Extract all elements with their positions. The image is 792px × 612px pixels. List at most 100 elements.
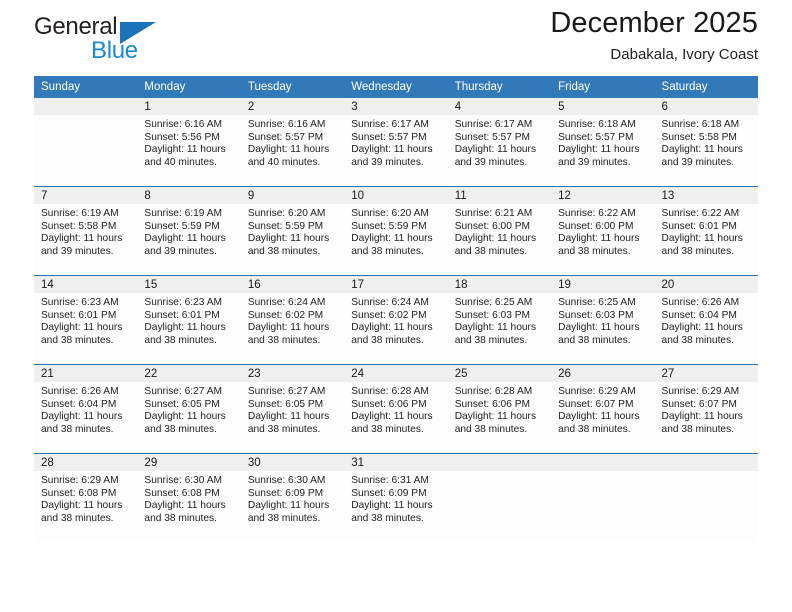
sunrise-text: Sunrise: 6:19 AM [144, 208, 223, 219]
sunrise-text: Sunrise: 6:26 AM [661, 297, 740, 308]
day-cell[interactable]: 30 Sunrise: 6:30 AM Sunset: 6:09 PM Dayl… [240, 453, 345, 542]
day-cell[interactable]: 12 Sunrise: 6:22 AM Sunset: 6:00 PM Dayl… [551, 186, 655, 276]
day-number: 6 [654, 98, 758, 115]
day-cell[interactable]: 23 Sunrise: 6:27 AM Sunset: 6:05 PM Dayl… [240, 364, 345, 454]
day-details: Sunrise: 6:20 AM Sunset: 5:59 PM Dayligh… [241, 204, 344, 258]
day-details: Sunrise: 6:17 AM Sunset: 5:57 PM Dayligh… [448, 115, 551, 169]
week-row: 7 Sunrise: 6:19 AM Sunset: 5:58 PM Dayli… [34, 186, 758, 276]
day-number: 21 [34, 365, 138, 382]
sunrise-text: Sunrise: 6:30 AM [144, 475, 223, 486]
page-title: December 2025 [550, 7, 758, 39]
day-cell[interactable]: 2 Sunrise: 6:16 AM Sunset: 5:57 PM Dayli… [240, 98, 345, 187]
sunset-text: Sunset: 6:04 PM [661, 309, 737, 321]
general-blue-logo[interactable]: General Blue [34, 14, 164, 66]
day-number: 31 [344, 454, 448, 471]
day-cell[interactable]: 28 Sunrise: 6:29 AM Sunset: 6:08 PM Dayl… [34, 453, 138, 542]
day-cell[interactable]: 10 Sunrise: 6:20 AM Sunset: 5:59 PM Dayl… [344, 186, 448, 276]
daylight-text-line2: and 39 minutes. [558, 156, 631, 168]
day-details: Sunrise: 6:16 AM Sunset: 5:57 PM Dayligh… [241, 115, 344, 169]
sunset-text: Sunset: 6:04 PM [41, 398, 117, 410]
sunrise-text: Sunrise: 6:31 AM [351, 475, 429, 486]
day-cell[interactable]: 25 Sunrise: 6:28 AM Sunset: 6:06 PM Dayl… [447, 364, 552, 454]
day-cell[interactable]: 3 Sunrise: 6:17 AM Sunset: 5:57 PM Dayli… [344, 98, 448, 187]
day-number: 16 [240, 276, 345, 293]
sunset-text: Sunset: 6:05 PM [144, 398, 220, 410]
day-number [654, 454, 758, 471]
week-row: 14 Sunrise: 6:23 AM Sunset: 6:01 PM Dayl… [34, 275, 758, 365]
day-cell[interactable]: 14 Sunrise: 6:23 AM Sunset: 6:01 PM Dayl… [34, 275, 138, 365]
daylight-text-line1: Daylight: 11 hours [351, 411, 433, 423]
day-cell[interactable]: 4 Sunrise: 6:17 AM Sunset: 5:57 PM Dayli… [447, 98, 552, 187]
day-cell[interactable]: 1 Sunrise: 6:16 AM Sunset: 5:56 PM Dayli… [137, 98, 241, 187]
daylight-text-line2: and 38 minutes. [247, 334, 321, 346]
sunrise-text: Sunrise: 6:29 AM [661, 386, 740, 397]
day-cell[interactable]: 22 Sunrise: 6:27 AM Sunset: 6:05 PM Dayl… [137, 364, 241, 454]
sunrise-text: Sunrise: 6:19 AM [41, 208, 119, 219]
sunrise-text: Sunrise: 6:18 AM [661, 119, 740, 130]
daylight-text-line1: Daylight: 11 hours [351, 233, 433, 245]
day-cell[interactable]: 27 Sunrise: 6:29 AM Sunset: 6:07 PM Dayl… [654, 364, 758, 454]
sunset-text: Sunset: 6:03 PM [454, 309, 531, 321]
day-cell[interactable]: 18 Sunrise: 6:25 AM Sunset: 6:03 PM Dayl… [447, 275, 552, 365]
day-cell[interactable]: 9 Sunrise: 6:20 AM Sunset: 5:59 PM Dayli… [240, 186, 345, 276]
sunset-text: Sunset: 6:03 PM [558, 309, 634, 321]
day-number [551, 454, 655, 471]
day-number: 2 [240, 98, 345, 115]
title-block: December 2025 Dabakala, Ivory Coast [550, 6, 758, 65]
sunrise-text: Sunrise: 6:27 AM [144, 386, 223, 397]
sunrise-text: Sunrise: 6:18 AM [558, 119, 636, 130]
day-cell[interactable] [654, 453, 758, 542]
sunset-text: Sunset: 6:01 PM [661, 220, 737, 232]
daylight-text-line2: and 39 minutes. [144, 245, 217, 257]
day-cell[interactable]: 20 Sunrise: 6:26 AM Sunset: 6:04 PM Dayl… [654, 275, 758, 365]
daylight-text-line1: Daylight: 11 hours [661, 144, 743, 156]
daylight-text-line1: Daylight: 11 hours [661, 233, 743, 245]
day-cell[interactable]: 8 Sunrise: 6:19 AM Sunset: 5:59 PM Dayli… [137, 186, 241, 276]
daylight-text-line1: Daylight: 11 hours [144, 411, 226, 423]
daylight-text-line2: and 38 minutes. [351, 512, 424, 524]
day-cell[interactable] [447, 453, 552, 542]
sunset-text: Sunset: 6:01 PM [144, 309, 220, 321]
daylight-text-line2: and 38 minutes. [454, 334, 528, 346]
day-number: 18 [447, 276, 552, 293]
day-cell[interactable]: 15 Sunrise: 6:23 AM Sunset: 6:01 PM Dayl… [137, 275, 241, 365]
sunrise-text: Sunrise: 6:27 AM [247, 386, 326, 397]
day-details: Sunrise: 6:29 AM Sunset: 6:07 PM Dayligh… [655, 382, 758, 436]
sunset-text: Sunset: 5:57 PM [454, 131, 531, 143]
day-number [447, 454, 552, 471]
sunset-text: Sunset: 6:00 PM [454, 220, 531, 232]
weekday-header-tuesday: Tuesday [240, 76, 345, 98]
day-details: Sunrise: 6:24 AM Sunset: 6:02 PM Dayligh… [344, 293, 447, 347]
day-details: Sunrise: 6:16 AM Sunset: 5:56 PM Dayligh… [137, 115, 240, 169]
day-cell[interactable]: 16 Sunrise: 6:24 AM Sunset: 6:02 PM Dayl… [240, 275, 345, 365]
day-number: 11 [447, 187, 552, 204]
sunset-text: Sunset: 5:58 PM [41, 220, 117, 232]
daylight-text-line2: and 38 minutes. [661, 334, 735, 346]
day-cell[interactable]: 6 Sunrise: 6:18 AM Sunset: 5:58 PM Dayli… [654, 98, 758, 187]
day-number: 19 [551, 276, 655, 293]
day-cell[interactable]: 29 Sunrise: 6:30 AM Sunset: 6:08 PM Dayl… [137, 453, 241, 542]
day-cell[interactable] [551, 453, 655, 542]
day-cell[interactable]: 19 Sunrise: 6:25 AM Sunset: 6:03 PM Dayl… [551, 275, 655, 365]
day-cell[interactable]: 17 Sunrise: 6:24 AM Sunset: 6:02 PM Dayl… [344, 275, 448, 365]
day-cell[interactable]: 21 Sunrise: 6:26 AM Sunset: 6:04 PM Dayl… [34, 364, 138, 454]
day-details: Sunrise: 6:28 AM Sunset: 6:06 PM Dayligh… [448, 382, 551, 436]
day-cell[interactable]: 26 Sunrise: 6:29 AM Sunset: 6:07 PM Dayl… [551, 364, 655, 454]
day-cell[interactable] [34, 98, 138, 187]
day-details: Sunrise: 6:25 AM Sunset: 6:03 PM Dayligh… [551, 293, 654, 347]
daylight-text-line1: Daylight: 11 hours [144, 322, 226, 334]
day-number: 28 [34, 454, 138, 471]
daylight-text-line1: Daylight: 11 hours [558, 322, 640, 334]
day-cell[interactable]: 11 Sunrise: 6:21 AM Sunset: 6:00 PM Dayl… [447, 186, 552, 276]
day-number: 4 [447, 98, 552, 115]
daylight-text-line2: and 38 minutes. [558, 334, 631, 346]
day-cell[interactable]: 7 Sunrise: 6:19 AM Sunset: 5:58 PM Dayli… [34, 186, 138, 276]
day-cell[interactable]: 31 Sunrise: 6:31 AM Sunset: 6:09 PM Dayl… [344, 453, 448, 542]
sunset-text: Sunset: 6:09 PM [351, 487, 427, 499]
sunrise-text: Sunrise: 6:20 AM [247, 208, 326, 219]
day-details: Sunrise: 6:29 AM Sunset: 6:08 PM Dayligh… [34, 471, 137, 525]
daylight-text-line2: and 38 minutes. [41, 334, 114, 346]
day-cell[interactable]: 5 Sunrise: 6:18 AM Sunset: 5:57 PM Dayli… [551, 98, 655, 187]
day-cell[interactable]: 13 Sunrise: 6:22 AM Sunset: 6:01 PM Dayl… [654, 186, 758, 276]
day-cell[interactable]: 24 Sunrise: 6:28 AM Sunset: 6:06 PM Dayl… [344, 364, 448, 454]
